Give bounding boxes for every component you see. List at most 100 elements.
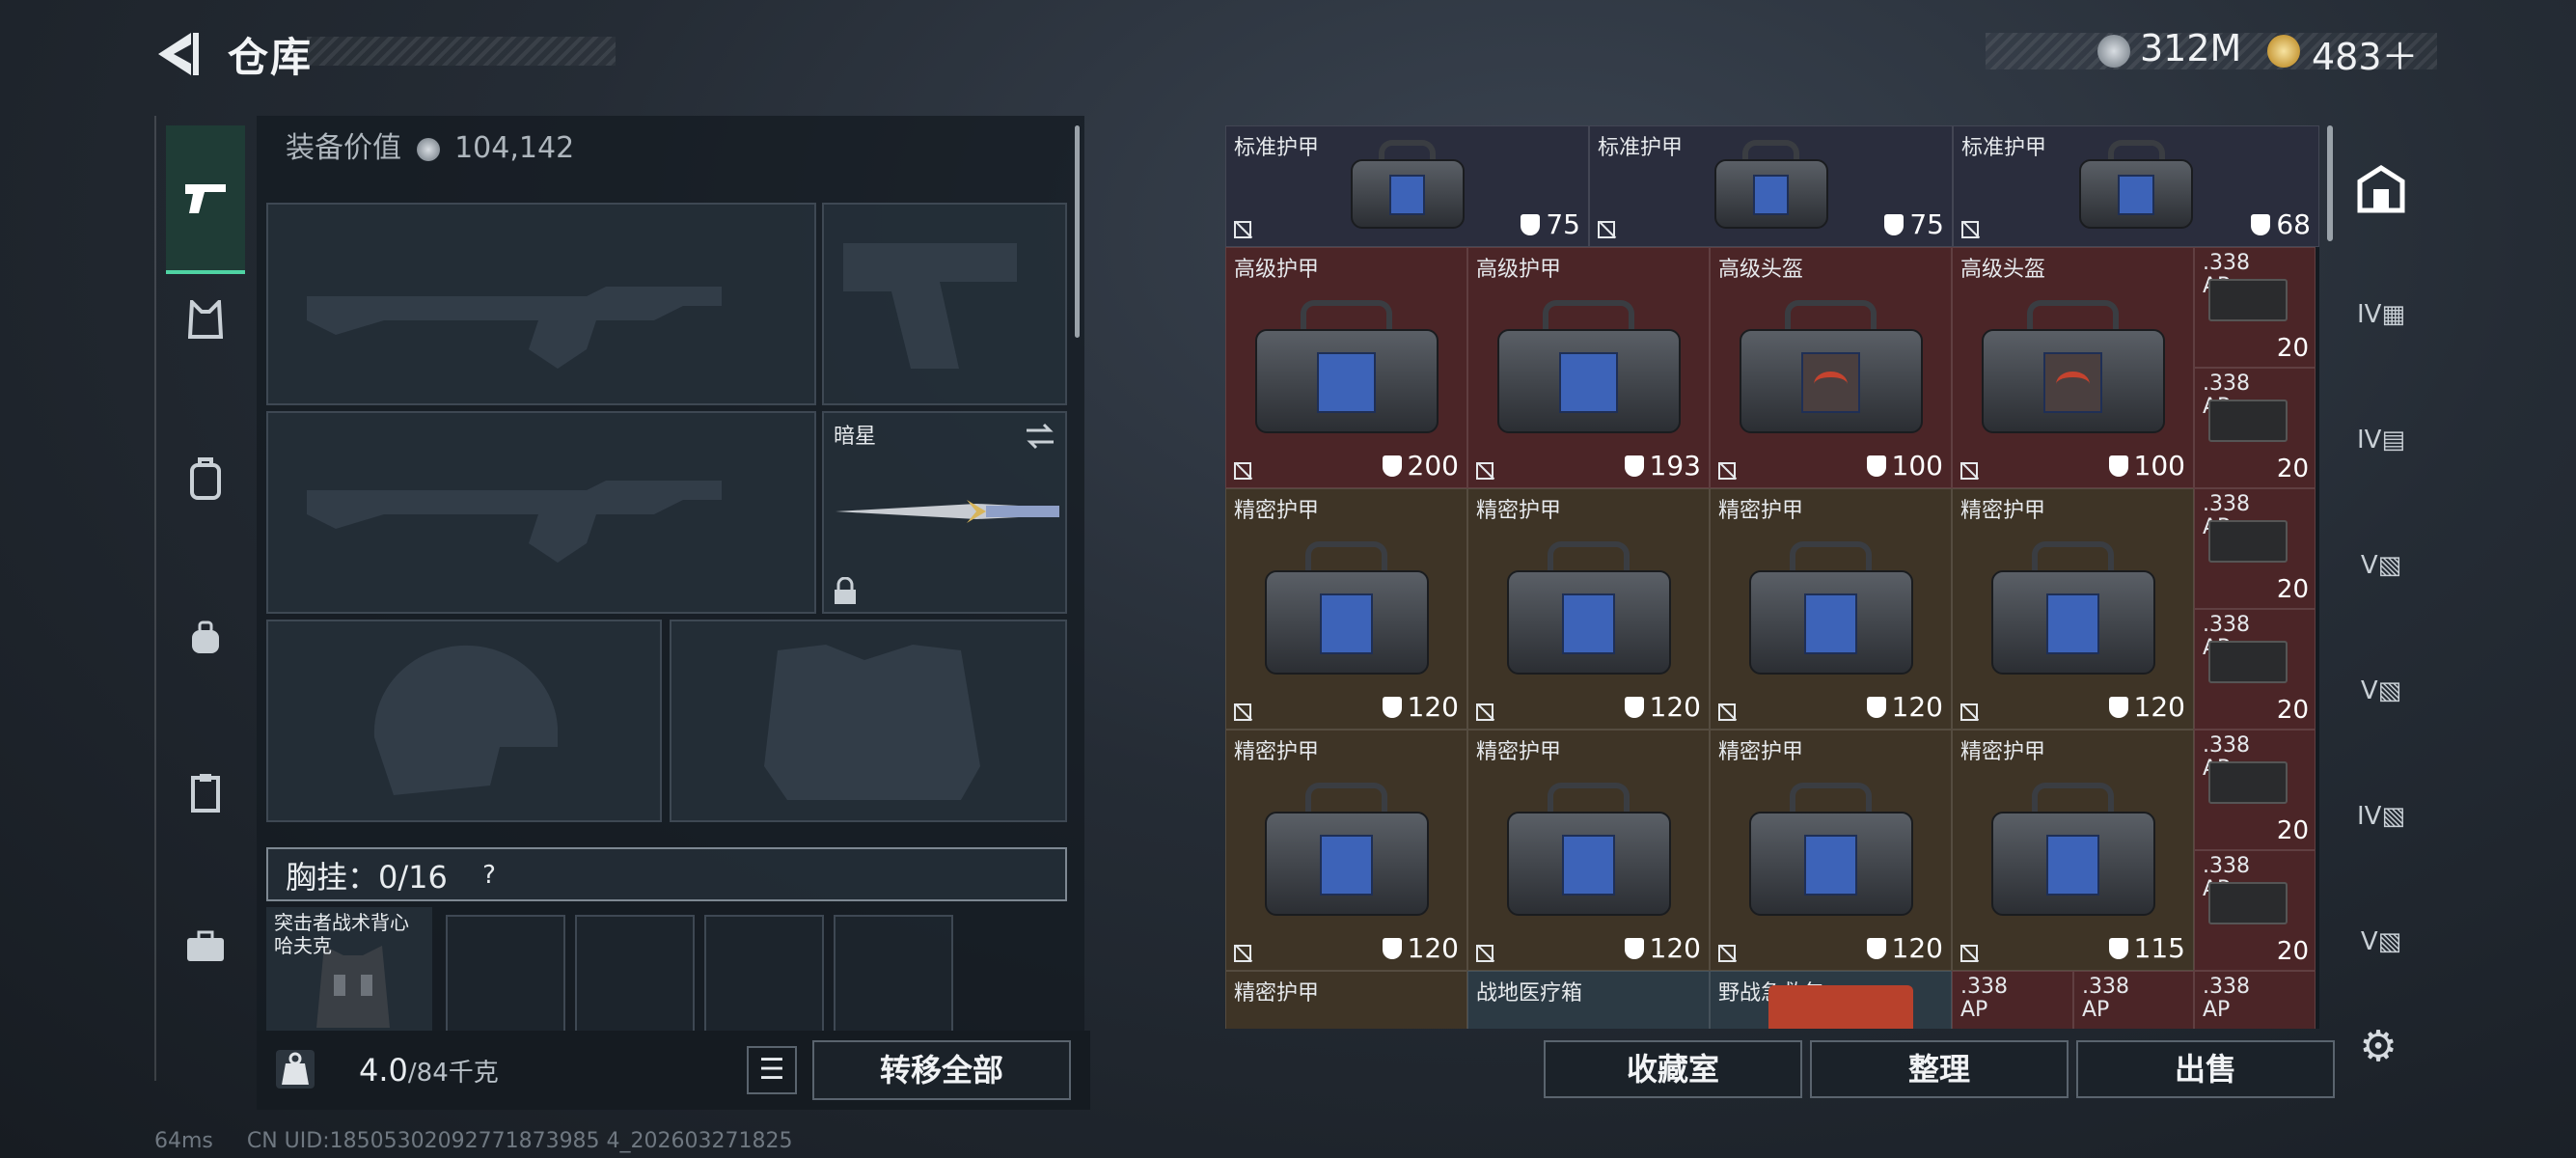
tab-storage-iv-3[interactable]: IV▧ [2350, 786, 2412, 847]
organize-button[interactable]: 整理 [1810, 1040, 2069, 1098]
nav-clipboard[interactable] [166, 753, 245, 832]
primary-weapon-slot[interactable] [266, 203, 816, 405]
item-name: 高级头盔 [1718, 258, 1804, 282]
tab-storage-v-1[interactable]: V▧ [2350, 535, 2412, 596]
ammo-label: .338 AP [1960, 975, 2008, 1022]
swap-icon[interactable] [1023, 421, 1057, 452]
storage-item[interactable]: 高级护甲 193 [1467, 247, 1710, 488]
storage-item[interactable]: 高级头盔 100 [1952, 247, 2194, 488]
storage-item[interactable]: 高级头盔 100 [1710, 247, 1952, 488]
storage-item[interactable]: 战地医疗箱 [1467, 971, 1710, 1029]
list-view-button[interactable]: ☰ [747, 1046, 797, 1094]
item-name: 高级护甲 [1476, 258, 1562, 282]
not-insured-icon [1718, 462, 1736, 480]
collection-room-button[interactable]: 收藏室 [1544, 1040, 1802, 1098]
pouch-icon [192, 620, 219, 653]
nav-case[interactable] [166, 907, 245, 986]
tab-storage-iv-2[interactable]: IV▤ [2350, 409, 2412, 471]
storage-item[interactable]: 精密护甲 120 [1467, 488, 1710, 730]
shield-icon [1382, 455, 1402, 477]
chest-rig-cell[interactable] [834, 915, 953, 1036]
shield-icon [1382, 938, 1402, 959]
melee-name: 暗星 [834, 425, 877, 449]
nav-pouch[interactable] [166, 598, 245, 677]
storage-item[interactable]: 精密护甲 120 [1710, 730, 1952, 971]
ammo-item[interactable]: .338 AP 20 [2194, 609, 2316, 730]
item-name: 精密护甲 [1234, 740, 1320, 764]
body-armor-slot[interactable] [670, 620, 1067, 822]
storage-item[interactable]: 精密护甲 [1225, 971, 1467, 1029]
nav-backpack[interactable] [166, 439, 245, 518]
storage-item[interactable]: 标准护甲 68 [1953, 125, 2319, 247]
ammo-item[interactable]: .338 AP 20 [2194, 488, 2316, 609]
equipment-category-nav [154, 116, 255, 1081]
ammo-item[interactable]: .338 AP 20 [2194, 850, 2316, 971]
durability: 75 [1884, 208, 1944, 240]
durability: 120 [1624, 691, 1701, 723]
armor-silhouette-icon [764, 645, 980, 800]
ammo-item[interactable]: .338 AP 20 [2194, 368, 2316, 488]
sidearm-slot[interactable] [822, 203, 1067, 405]
armor-bag-icon [1748, 783, 1913, 927]
ammo-item[interactable]: .338 AP [2194, 971, 2316, 1029]
page-title: 仓库 [228, 34, 314, 81]
helmet-slot[interactable] [266, 620, 662, 822]
nav-vest[interactable] [166, 280, 245, 359]
weight-icon [276, 1050, 315, 1089]
chest-rig-cell[interactable] [704, 915, 824, 1036]
helmet-bag-icon [1981, 300, 2165, 445]
ammo-quantity: 20 [2276, 455, 2309, 483]
transfer-all-button[interactable]: 转移全部 [812, 1040, 1071, 1100]
tab-storage-v-3[interactable]: V▧ [2350, 911, 2412, 973]
shield-icon [1521, 214, 1541, 235]
lock-icon [835, 577, 856, 604]
equipment-value: 装备价值 104,142 [286, 124, 574, 166]
storage-item[interactable]: 标准护甲 75 [1225, 125, 1589, 247]
ammo-item[interactable]: .338 AP [1952, 971, 2073, 1029]
tab-main-storage[interactable] [2350, 158, 2412, 220]
ammo-box-icon [2208, 882, 2288, 924]
vest-icon [188, 300, 223, 339]
storage-item[interactable]: 高级护甲 200 [1225, 247, 1467, 488]
not-insured-icon [1960, 462, 1978, 480]
equipment-scrollbar[interactable] [1075, 125, 1080, 338]
ammo-label: .338 AP [2082, 975, 2129, 1022]
gold-currency-value[interactable]: 483＋ [2312, 27, 2419, 80]
storage-item[interactable]: 精密护甲 120 [1952, 488, 2194, 730]
armor-bag-icon [1506, 541, 1671, 686]
chest-help-button[interactable]: ? [473, 859, 506, 892]
settings-gear-button[interactable]: ⚙ [2354, 1023, 2402, 1071]
nav-weapons[interactable] [166, 125, 245, 274]
not-insured-icon [1960, 703, 1978, 721]
chest-rig-cell[interactable] [575, 915, 695, 1036]
storage-item[interactable]: 精密护甲 120 [1225, 730, 1467, 971]
silver-coin-icon [416, 137, 440, 161]
ammo-item[interactable]: .338 AP 20 [2194, 247, 2316, 368]
storage-item[interactable]: 精密护甲 115 [1952, 730, 2194, 971]
storage-item[interactable]: 精密护甲 120 [1710, 488, 1952, 730]
storage-item[interactable]: 标准护甲 75 [1589, 125, 1953, 247]
ammo-quantity: 20 [2276, 334, 2309, 363]
tab-storage-v-2[interactable]: V▧ [2350, 660, 2412, 722]
storage-item[interactable]: 精密护甲 120 [1225, 488, 1467, 730]
storage-scrollbar[interactable] [2327, 125, 2333, 241]
ammo-quantity: 20 [2276, 696, 2309, 725]
ammo-quantity: 20 [2276, 575, 2309, 604]
storage-item[interactable]: 精密护甲 120 [1467, 730, 1710, 971]
footer-info: 64ms CN UID:18505302092771873985 4_20260… [154, 1129, 793, 1153]
shield-icon [1624, 938, 1644, 959]
title-decoration [307, 37, 616, 66]
ammo-item[interactable]: .338 AP [2073, 971, 2194, 1029]
tab-storage-iv-1[interactable]: IV▦ [2350, 284, 2412, 345]
secondary-weapon-slot[interactable] [266, 411, 816, 614]
ammo-item[interactable]: .338 AP 20 [2194, 730, 2316, 850]
sell-button[interactable]: 出售 [2076, 1040, 2335, 1098]
item-name: 精密护甲 [1234, 499, 1320, 523]
knife-icon [836, 500, 1059, 523]
armor-bag-icon [1264, 783, 1429, 927]
chest-rig-cell[interactable] [446, 915, 565, 1036]
storage-item[interactable]: 野战急救包 [1710, 971, 1952, 1029]
melee-slot[interactable]: 暗星 [822, 411, 1067, 614]
carry-weight-current: 4.0 [359, 1052, 408, 1089]
back-button[interactable] [152, 27, 203, 81]
